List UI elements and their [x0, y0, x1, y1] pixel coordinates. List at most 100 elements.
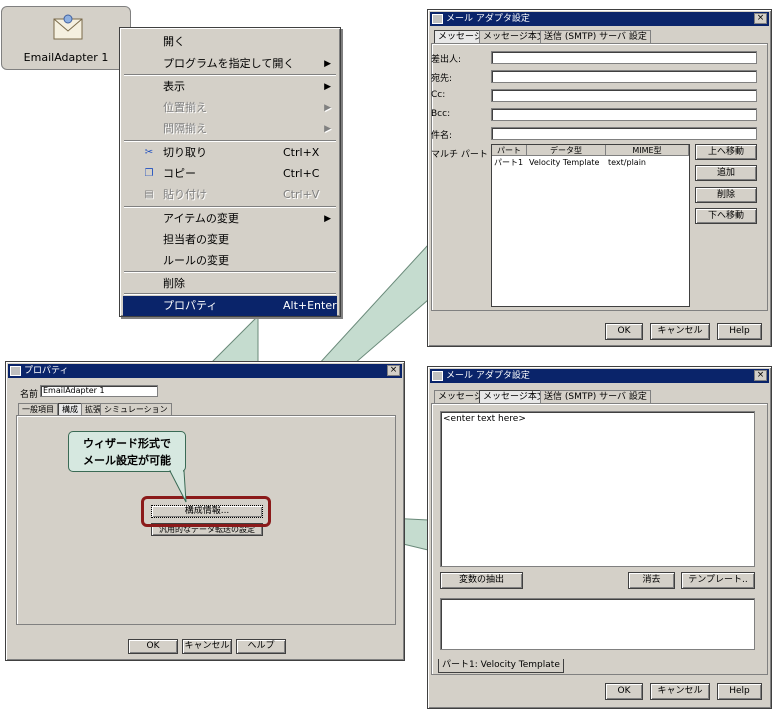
tab-3[interactable]: 送信 (SMTP) サーバ 設定: [540, 30, 651, 44]
message-body-textarea[interactable]: <enter text here>: [440, 411, 755, 567]
menu-item-label: プロパティ: [163, 299, 218, 312]
menu-item-label: 開く: [163, 35, 185, 48]
field-label: 宛先:: [431, 74, 453, 84]
menu-item-label: 担当者の変更: [163, 233, 229, 246]
menu-separator: [124, 140, 336, 142]
column-header[interactable]: データ型: [527, 145, 606, 156]
close-button[interactable]: ×: [387, 365, 400, 376]
tab-general[interactable]: 一般項目: [18, 403, 58, 415]
menu-item-label: 貼り付け: [163, 188, 207, 201]
menu-separator: [124, 271, 336, 273]
tab-simulation[interactable]: シミュレーション: [100, 403, 172, 415]
field-input-4[interactable]: [491, 108, 757, 121]
menu-item-2[interactable]: プログラムを指定して開く ▶: [123, 54, 337, 74]
ok-button[interactable]: OK: [128, 639, 178, 654]
field-label: Bcc:: [431, 109, 451, 119]
mail-settings-body-window: メール アダプタ設定 × メッセージ メッセージ本文 送信 (SMTP) サーバ 設…: [427, 366, 772, 709]
context-menu: 開く プログラムを指定して開く ▶ 表示 ▶ 位置揃え ▶ 間隔揃え ▶ ✂ 切り取り Ctrl+X ❐…: [119, 27, 341, 317]
menu-item-13[interactable]: プロパティ Alt+Enter: [123, 296, 337, 316]
extract-variables-button[interactable]: 変数の抽出: [440, 572, 523, 589]
menu-item-1[interactable]: 開く: [123, 32, 337, 52]
template-button[interactable]: テンプレート..: [681, 572, 755, 589]
menu-item-8: ▤ 貼り付け Ctrl+V: [123, 185, 337, 205]
menu-item-3[interactable]: 表示 ▶: [123, 77, 337, 97]
menu-item-9[interactable]: アイテムの変更 ▶: [123, 209, 337, 229]
menu-item-shortcut: Ctrl+V: [283, 188, 320, 201]
menu-item-6[interactable]: ✂ 切り取り Ctrl+X: [123, 143, 337, 163]
mail-top-titlebar: メール アダプタ設定 ×: [430, 12, 769, 26]
ok-button[interactable]: OK: [605, 683, 643, 700]
multipart-label: マルチ パート: [431, 150, 488, 160]
envelope-icon: [53, 14, 83, 40]
column-header[interactable]: MIME型: [606, 145, 689, 156]
desktop-icon[interactable]: EmailAdapter 1: [1, 6, 131, 70]
field-input-5[interactable]: [491, 127, 757, 140]
menu-item-shortcut: Ctrl+X: [283, 146, 320, 159]
table-cell: Velocity Template: [529, 158, 600, 167]
table-cell: パート1: [494, 158, 524, 167]
field-input-2[interactable]: [491, 70, 757, 83]
help-button[interactable]: Help: [717, 323, 762, 340]
mail-top-title: メール アダプタ設定: [446, 14, 530, 24]
clear-button[interactable]: 消去: [628, 572, 675, 589]
properties-title: プロパティ: [24, 366, 69, 376]
submenu-arrow-icon: ▶: [324, 59, 331, 69]
properties-titlebar: プロパティ ×: [8, 364, 402, 378]
menu-item-shortcut: Ctrl+C: [283, 167, 320, 180]
multipart-button-4[interactable]: 下へ移動: [695, 208, 757, 224]
menu-item-4: 位置揃え ▶: [123, 98, 337, 118]
multipart-button-2[interactable]: 追加: [695, 165, 757, 181]
menu-item-label: アイテムの変更: [163, 212, 239, 225]
menu-item-7[interactable]: ❐ コピー Ctrl+C: [123, 164, 337, 184]
multipart-table[interactable]: パート データ型 MIME型 パート1 Velocity Template text/pl…: [491, 144, 690, 307]
window-icon: [432, 14, 443, 24]
column-header[interactable]: パート: [492, 145, 527, 156]
scissors-icon: ✂: [144, 147, 154, 158]
field-label: 件名:: [431, 131, 453, 141]
tab-3[interactable]: 送信 (SMTP) サーバ 設定: [540, 390, 651, 404]
cancel-button[interactable]: キャンセル: [650, 323, 710, 340]
submenu-arrow-icon: ▶: [324, 82, 331, 92]
menu-item-label: 表示: [163, 80, 185, 93]
submenu-arrow-icon: ▶: [324, 124, 331, 134]
window-icon: [10, 366, 21, 376]
menu-item-label: コピー: [163, 167, 196, 180]
field-input-1[interactable]: [491, 51, 757, 64]
close-button[interactable]: ×: [754, 370, 767, 381]
field-input-3[interactable]: [491, 89, 757, 102]
menu-item-label: プログラムを指定して開く: [163, 57, 295, 70]
variables-list[interactable]: [440, 598, 755, 650]
name-field[interactable]: EmailAdapter 1: [40, 385, 158, 397]
cancel-button[interactable]: キャンセル: [182, 639, 232, 654]
mail-bottom-titlebar: メール アダプタ設定 ×: [430, 369, 769, 383]
window-icon: [432, 371, 443, 381]
menu-item-label: 位置揃え: [163, 101, 207, 114]
multipart-button-1[interactable]: 上へ移動: [695, 144, 757, 160]
tab-config[interactable]: 構成: [58, 403, 82, 415]
copy-icon: ❐: [144, 168, 154, 179]
menu-item-12[interactable]: 削除: [123, 274, 337, 294]
close-button[interactable]: ×: [754, 13, 767, 24]
cancel-button[interactable]: キャンセル: [650, 683, 710, 700]
submenu-arrow-icon: ▶: [324, 103, 331, 113]
mail-bottom-title: メール アダプタ設定: [446, 371, 530, 381]
menu-item-shortcut: Alt+Enter: [283, 299, 337, 312]
submenu-arrow-icon: ▶: [324, 214, 331, 224]
help-button[interactable]: Help: [717, 683, 762, 700]
mail-settings-message-window: メール アダプタ設定 × メッセージ メッセージ本文 送信 (SMTP) サーバ 設…: [427, 9, 772, 347]
menu-separator: [124, 206, 336, 208]
desktop-icon-label: EmailAdapter 1: [23, 51, 109, 64]
menu-item-label: ルールの変更: [163, 254, 229, 267]
ok-button[interactable]: OK: [605, 323, 643, 340]
tab-part1[interactable]: パート1: Velocity Template: [438, 659, 564, 673]
menu-item-10[interactable]: 担当者の変更: [123, 230, 337, 250]
menu-item-11[interactable]: ルールの変更: [123, 251, 337, 271]
multipart-button-3[interactable]: 削除: [695, 187, 757, 203]
field-label: 差出人:: [431, 55, 462, 65]
callout-line1: ウィザード形式で: [83, 437, 171, 450]
help-button[interactable]: ヘルプ: [236, 639, 286, 654]
name-label: 名前: [20, 390, 39, 400]
menu-item-label: 間隔揃え: [163, 122, 207, 135]
menu-item-label: 削除: [163, 277, 185, 290]
menu-item-5: 間隔揃え ▶: [123, 119, 337, 139]
